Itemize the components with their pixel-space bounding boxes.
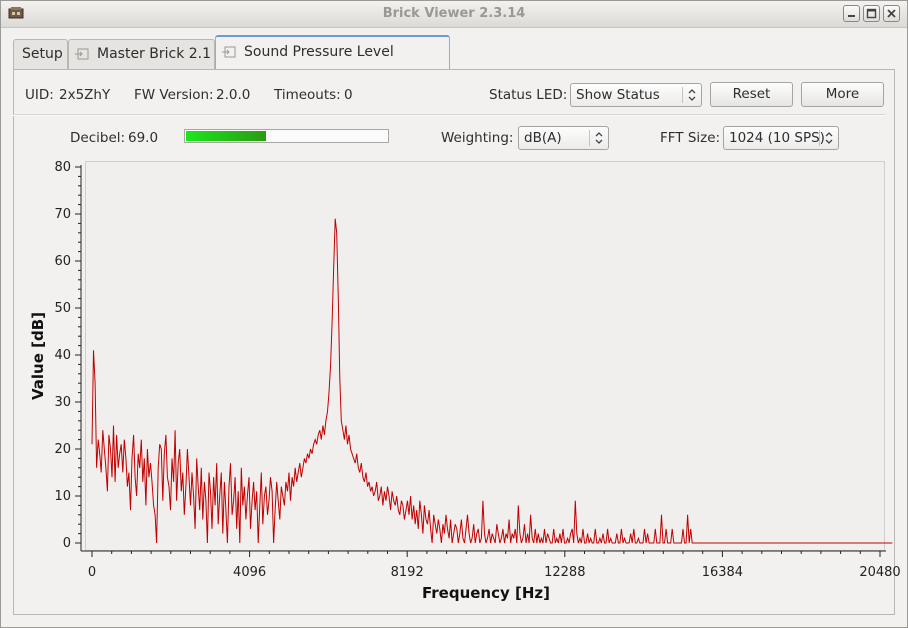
status-led-value: Show Status xyxy=(576,87,660,103)
fw-version-value: 2.0.0 xyxy=(216,87,251,103)
decibel-label: Decibel: xyxy=(70,130,126,146)
close-button[interactable] xyxy=(883,5,900,22)
fw-version-label: FW Version: xyxy=(134,87,214,103)
status-led-label: Status LED: xyxy=(489,87,568,103)
maximize-icon xyxy=(866,8,877,19)
timeouts-value: 0 xyxy=(344,87,353,103)
decibel-meter xyxy=(184,129,389,143)
tab-master-brick[interactable]: Master Brick 2.1 xyxy=(68,39,215,69)
more-button[interactable]: More xyxy=(801,82,884,107)
weighting-value: dB(A) xyxy=(524,130,562,146)
detach-icon xyxy=(222,46,236,58)
divider xyxy=(13,114,885,116)
fft-size-select[interactable]: 1024 (10 SPS) xyxy=(723,126,839,150)
main-window: Brick Viewer 2.3.14 Setup Master Brick 2… xyxy=(0,0,908,628)
updown-arrow-icon xyxy=(682,87,696,103)
uid-value: 2x5ZhY xyxy=(59,87,111,103)
plot-area[interactable] xyxy=(85,161,885,551)
decibel-value: 69.0 xyxy=(128,130,159,146)
status-led-select[interactable]: Show Status xyxy=(570,83,702,107)
decibel-meter-fill xyxy=(186,131,266,141)
weighting-label: Weighting: xyxy=(441,130,514,146)
detach-icon xyxy=(75,48,89,60)
reset-button[interactable]: Reset xyxy=(710,82,793,107)
close-icon xyxy=(887,9,896,18)
tab-setup[interactable]: Setup xyxy=(13,39,68,69)
window-title: Brick Viewer 2.3.14 xyxy=(382,6,526,21)
minimize-icon xyxy=(848,15,855,17)
fft-size-value: 1024 (10 SPS) xyxy=(729,130,825,146)
uid-label: UID: xyxy=(25,87,54,103)
minimize-button[interactable] xyxy=(843,5,860,22)
fft-size-label: FFT Size: xyxy=(660,130,721,146)
title-bar[interactable]: Brick Viewer 2.3.14 xyxy=(1,1,907,28)
timeouts-label: Timeouts: xyxy=(274,87,341,103)
tab-setup-label: Setup xyxy=(22,46,63,62)
weighting-select[interactable]: dB(A) xyxy=(518,126,609,150)
tab-master-brick-label: Master Brick 2.1 xyxy=(97,46,212,62)
tab-sound-pressure-level[interactable]: Sound Pressure Level Bricklet xyxy=(215,35,450,91)
updown-arrow-icon xyxy=(589,130,603,146)
updown-arrow-icon xyxy=(819,130,833,146)
maximize-button[interactable] xyxy=(863,5,880,22)
